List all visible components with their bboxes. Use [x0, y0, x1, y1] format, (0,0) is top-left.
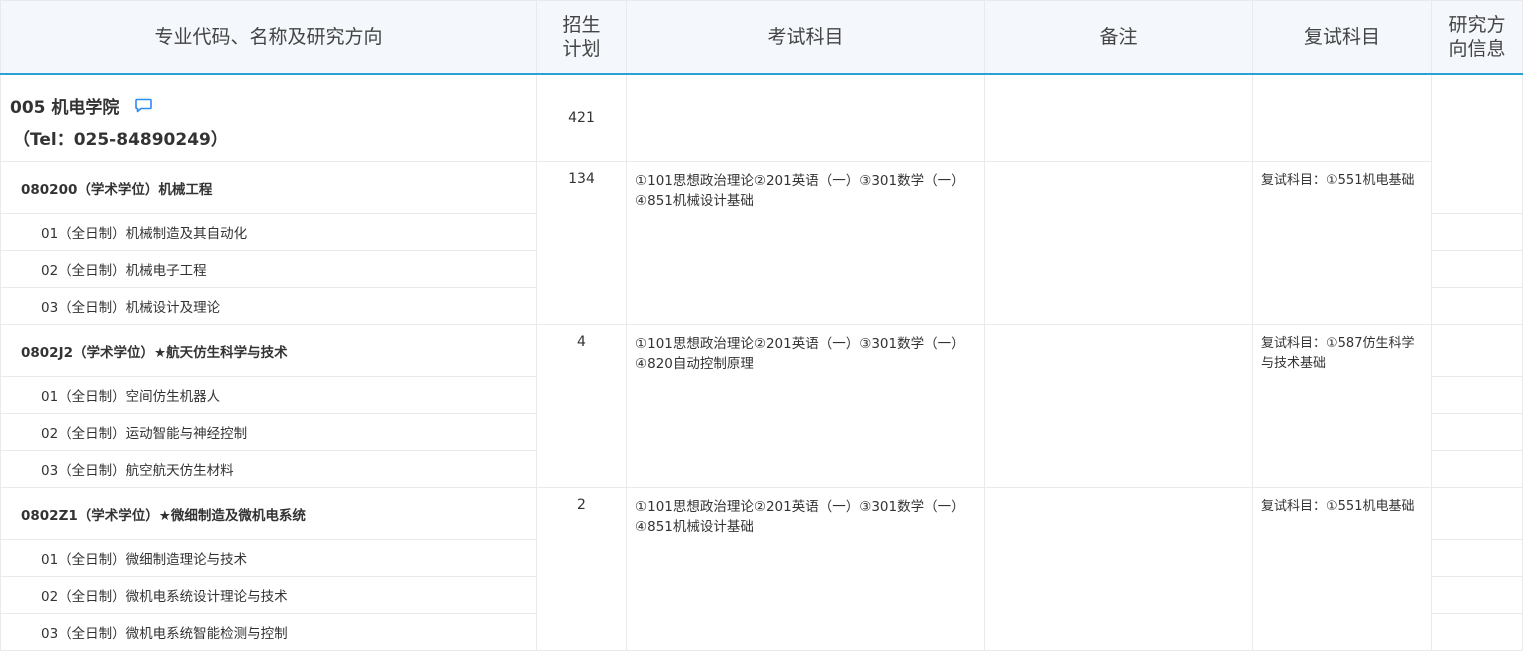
exam-subjects: ①101思想政治理论②201英语（一）③301数学（一） ④820自动控制原理: [626, 324, 985, 488]
college-tel: （Tel：025-84890249）: [13, 130, 228, 150]
major-row: 080200（学术学位）机械工程 134 ①101思想政治理论②201英语（一）…: [0, 161, 1523, 325]
direction-info-cell: [1431, 576, 1523, 614]
direction-name: 03（全日制）微机电系统智能检测与控制: [0, 613, 537, 651]
college-info-cell: [1431, 73, 1523, 214]
exam-line-2: ④851机械设计基础: [635, 519, 754, 535]
direction-name: 01（全日制）空间仿生机器人: [0, 376, 537, 414]
header-note: 备注: [984, 0, 1253, 75]
direction-info-cell: [1431, 250, 1523, 288]
major-plan: 134: [536, 161, 627, 325]
direction-name: 03（全日制）航空航天仿生材料: [0, 450, 537, 488]
college-retest-cell: [1252, 73, 1432, 162]
exam-line-2: ④851机械设计基础: [635, 193, 754, 209]
direction-info-cell: [1431, 213, 1523, 251]
message-icon[interactable]: [135, 98, 153, 113]
major-info-cell: [1431, 487, 1523, 540]
major-info-cell: [1431, 324, 1523, 377]
major-plan: 2: [536, 487, 627, 651]
table-header-row: 专业代码、名称及研究方向 招生计划 考试科目 备注 复试科目 研究方向信息: [0, 0, 1523, 75]
college-title: 005 机电学院: [10, 98, 120, 118]
note-cell: [984, 487, 1253, 651]
exam-subjects: ①101思想政治理论②201英语（一）③301数学（一） ④851机械设计基础: [626, 161, 985, 325]
exam-line-1: ①101思想政治理论②201英语（一）③301数学（一）: [635, 173, 965, 189]
direction-info-cell: [1431, 450, 1523, 488]
direction-info-cell: [1431, 413, 1523, 451]
exam-line-1: ①101思想政治理论②201英语（一）③301数学（一）: [635, 336, 965, 352]
exam-line-2: ④820自动控制原理: [635, 356, 754, 372]
header-exam: 考试科目: [626, 0, 985, 75]
retest-subjects: 复试科目：①551机电基础: [1252, 487, 1432, 651]
admissions-table: 专业代码、名称及研究方向 招生计划 考试科目 备注 复试科目 研究方向信息 00…: [0, 0, 1523, 651]
header-info: 研究方向信息: [1431, 0, 1523, 75]
direction-name: 01（全日制）微细制造理论与技术: [0, 539, 537, 577]
college-plan: 421: [536, 73, 627, 162]
major-name: 080200（学术学位）机械工程: [0, 161, 537, 214]
header-retest: 复试科目: [1252, 0, 1432, 75]
direction-name: 02（全日制）机械电子工程: [0, 250, 537, 288]
direction-info-cell: [1431, 376, 1523, 414]
college-exam-cell: [626, 73, 985, 162]
direction-info-cell: [1431, 287, 1523, 325]
major-name: 0802Z1（学术学位）★微细制造及微机电系统: [0, 487, 537, 540]
major-name: 0802J2（学术学位）★航天仿生科学与技术: [0, 324, 537, 377]
direction-name: 03（全日制）机械设计及理论: [0, 287, 537, 325]
major-plan: 4: [536, 324, 627, 488]
note-cell: [984, 161, 1253, 325]
college-name-cell: 005 机电学院 （Tel：025-84890249）: [0, 73, 537, 162]
exam-subjects: ①101思想政治理论②201英语（一）③301数学（一） ④851机械设计基础: [626, 487, 985, 651]
header-plan: 招生计划: [536, 0, 627, 75]
direction-name: 01（全日制）机械制造及其自动化: [0, 213, 537, 251]
exam-line-1: ①101思想政治理论②201英语（一）③301数学（一）: [635, 499, 965, 515]
retest-subjects: 复试科目：①587仿生科学与技术基础: [1252, 324, 1432, 488]
direction-info-cell: [1431, 613, 1523, 651]
direction-name: 02（全日制）运动智能与神经控制: [0, 413, 537, 451]
major-row: 0802Z1（学术学位）★微细制造及微机电系统 2 ①101思想政治理论②201…: [0, 487, 1523, 651]
major-row: 0802J2（学术学位）★航天仿生科学与技术 4 ①101思想政治理论②201英…: [0, 324, 1523, 488]
retest-subjects: 复试科目：①551机电基础: [1252, 161, 1432, 325]
header-name: 专业代码、名称及研究方向: [0, 0, 537, 75]
note-cell: [984, 324, 1253, 488]
direction-name: 02（全日制）微机电系统设计理论与技术: [0, 576, 537, 614]
college-note-cell: [984, 73, 1253, 162]
college-row: 005 机电学院 （Tel：025-84890249） 421: [0, 73, 1523, 214]
direction-info-cell: [1431, 539, 1523, 577]
